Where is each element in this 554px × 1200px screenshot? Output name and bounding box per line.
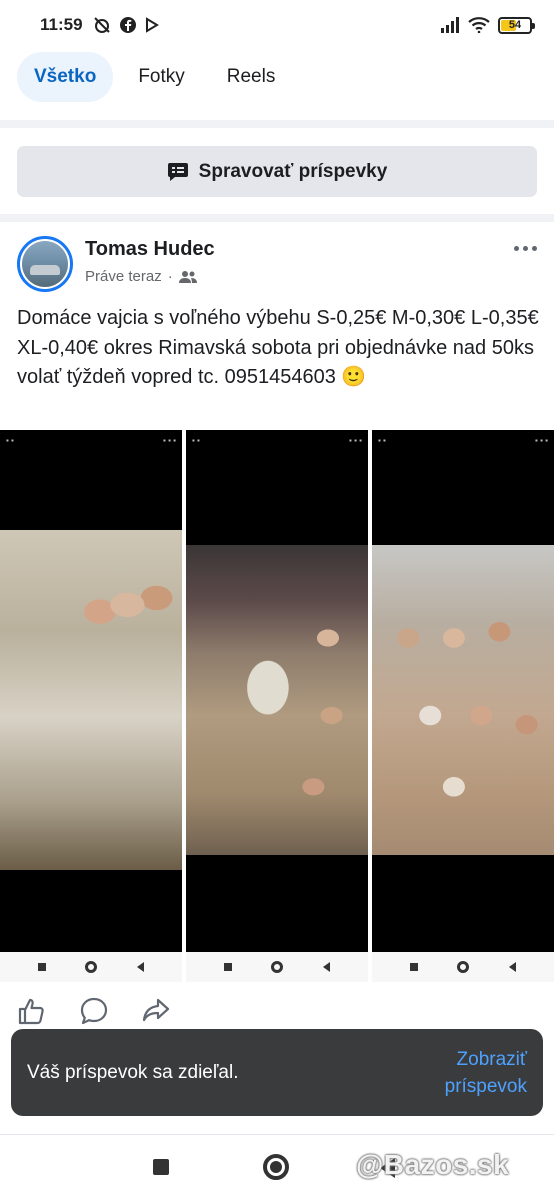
battery-percent: 54	[508, 19, 522, 31]
avatar-photo	[22, 241, 68, 287]
more-options-button[interactable]	[505, 236, 545, 260]
eggs-in-hand-photo[interactable]: ▪ ▪ ▪ ▪ ▪	[186, 430, 368, 982]
alarm-off-icon	[93, 17, 110, 33]
signal-icon	[441, 17, 459, 33]
manage-posts-button[interactable]: Spravovať príspevky	[17, 146, 537, 197]
friends-icon[interactable]	[178, 270, 197, 284]
view-post-button[interactable]: Zobraziť príspevok	[407, 1046, 527, 1100]
share-confirmation-snackbar: Váš príspevok sa zdieľal. Zobraziť prísp…	[11, 1029, 543, 1116]
more-options-icon	[513, 245, 519, 251]
wifi-icon	[468, 17, 490, 33]
tab-reels[interactable]: Reels	[210, 52, 293, 102]
like-icon	[18, 998, 44, 1025]
post-meta: Práve teraz ·	[85, 268, 197, 285]
system-navigation-bar: @Bazos.sk	[0, 1134, 554, 1200]
section-divider	[0, 120, 554, 128]
post-text: Domáce vajcia s voľného výbehu S-0,25€ M…	[17, 307, 539, 388]
status-notification-icons	[93, 16, 159, 34]
filter-tabs: Všetko Fotky Reels	[17, 52, 292, 102]
tab-all[interactable]: Všetko	[17, 52, 114, 102]
author-avatar[interactable]	[17, 236, 73, 292]
meta-separator: ·	[167, 268, 173, 285]
status-time: 11:59	[40, 15, 83, 34]
comment-button[interactable]	[79, 996, 109, 1026]
egg-trays-photo[interactable]: ▪ ▪ ▪ ▪ ▪	[0, 430, 182, 982]
share-button[interactable]	[141, 996, 171, 1026]
status-system-icons: 54	[440, 16, 535, 34]
tab-photos[interactable]: Fotky	[121, 52, 201, 102]
eggs-carton-photo[interactable]: ▪ ▪ ▪ ▪ ▪	[372, 430, 554, 982]
recents-button[interactable]	[153, 1159, 169, 1175]
battery-icon: 54	[498, 16, 535, 34]
post-time[interactable]: Práve teraz	[85, 268, 162, 285]
bazos-watermark: @Bazos.sk	[356, 1149, 510, 1180]
post-actions	[17, 996, 171, 1026]
like-button[interactable]	[17, 996, 47, 1026]
share-icon	[142, 998, 170, 1022]
status-bar: 11:59 54	[0, 0, 554, 50]
home-button[interactable]	[263, 1154, 289, 1180]
play-store-icon	[145, 17, 159, 33]
facebook-icon	[119, 17, 136, 33]
author-name[interactable]: Tomas Hudec	[85, 238, 215, 261]
snackbar-message: Váš príspevok sa zdieľal.	[27, 1061, 239, 1083]
post-photos: ▪ ▪ ▪ ▪ ▪ ▪ ▪ ▪ ▪ ▪ ▪ ▪ ▪ ▪ ▪	[0, 430, 554, 982]
comment-icon	[80, 997, 108, 1025]
manage-posts-icon	[167, 162, 188, 181]
section-divider	[0, 214, 554, 222]
manage-posts-label: Spravovať príspevky	[198, 160, 388, 182]
